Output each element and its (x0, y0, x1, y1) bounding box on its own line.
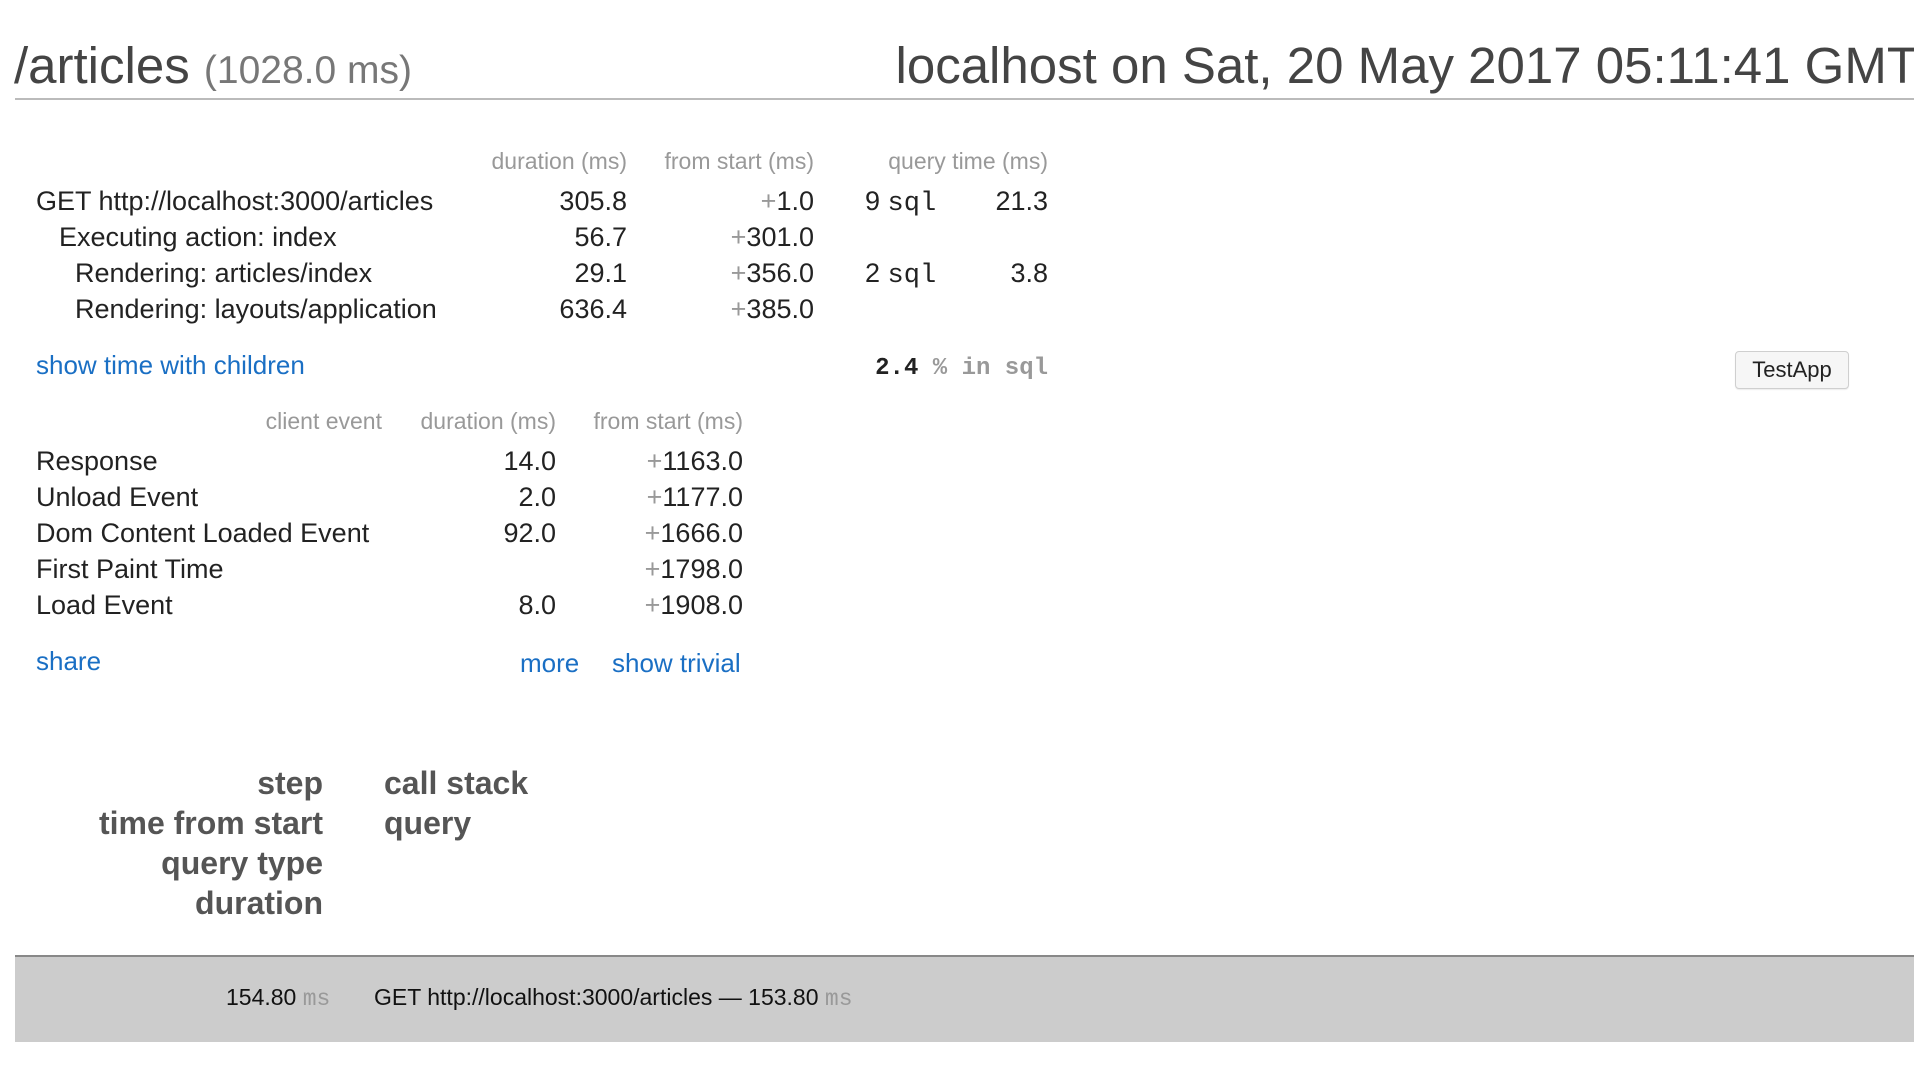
client-event-label: Load Event (36, 590, 173, 620)
sql-word: sql (887, 189, 937, 219)
timing-from-start-value: 356.0 (746, 258, 814, 288)
query-col-call-stack: call stack (384, 765, 529, 801)
client-event-label: Dom Content Loaded Event (36, 518, 370, 548)
client-event-label: Response (36, 446, 158, 476)
client-event-from-start: +1798.0 (645, 554, 743, 585)
query-col-duration: duration (195, 885, 323, 921)
client-event-label: First Paint Time (36, 554, 224, 584)
sql-word: sql (887, 261, 937, 291)
client-event-from-start: +1163.0 (647, 446, 743, 477)
sql-percent-value: 2.4 (875, 355, 919, 382)
col-header-query-time: query time (ms) (888, 148, 1048, 174)
timing-duration: 305.8 (559, 186, 627, 216)
timing-step-label: GET http://localhost:3000/articles (36, 186, 434, 216)
request-duration: (1028.0 ms) (203, 49, 412, 92)
client-event-from-start-value: 1177.0 (662, 482, 743, 512)
request-summary-dash: — (718, 984, 742, 1010)
timing-duration: 29.1 (574, 258, 627, 288)
timing-from-start-value: 385.0 (746, 294, 814, 324)
total-time-unit: ms (302, 986, 331, 1012)
client-event-from-start: +1908.0 (645, 590, 743, 621)
page-title: /articles (1028.0 ms) (14, 36, 412, 101)
col-header-client-from-start: from start (ms) (593, 408, 744, 434)
query-col-time-from-start: time from start (98, 805, 323, 841)
plus-sign: + (730, 294, 747, 324)
query-time: 21.3 (995, 186, 1048, 216)
query-time: 3.8 (1010, 258, 1048, 288)
plus-sign: + (644, 590, 661, 620)
client-event-from-start-value: 1798.0 (660, 554, 743, 584)
plus-sign: + (644, 554, 661, 584)
profiler-summary-bar: 154.80 ms GET http://localhost:3000/arti… (15, 955, 1914, 1042)
client-event-duration: 92.0 (503, 518, 556, 548)
request-summary-unit: ms (824, 986, 853, 1012)
col-header-from-start: from start (ms) (664, 148, 815, 174)
query-col-query-type: query type (161, 845, 323, 881)
timing-from-start-value: 301.0 (746, 222, 814, 252)
sql-percentage: 2.4 % in sql (875, 355, 1048, 382)
sql-count-link[interactable]: 9 sql (865, 186, 936, 219)
show-time-with-children-link[interactable]: show time with children (36, 350, 305, 381)
timing-from-start: +1.0 (761, 186, 814, 217)
timing-duration: 636.4 (559, 294, 627, 324)
col-header-client-duration: duration (ms) (420, 408, 556, 434)
client-event-duration: 14.0 (503, 446, 556, 476)
col-header-duration: duration (ms) (491, 148, 627, 174)
request-summary-time: 153.80 (748, 984, 819, 1010)
client-event-from-start: +1177.0 (647, 482, 743, 513)
timing-from-start-value: 1.0 (776, 186, 814, 216)
timing-from-start: +385.0 (731, 294, 814, 325)
plus-sign: + (730, 222, 747, 252)
request-summary: GET http://localhost:3000/articles — 153… (374, 984, 853, 1012)
timing-duration: 56.7 (574, 222, 627, 252)
query-col-query: query (384, 805, 472, 841)
more-link[interactable]: more (520, 648, 579, 679)
client-event-from-start-value: 1666.0 (660, 518, 743, 548)
total-time-value: 154.80 (226, 984, 297, 1010)
show-trivial-link[interactable]: show trivial (612, 648, 741, 679)
client-event-from-start: +1666.0 (645, 518, 743, 549)
sql-count-link[interactable]: 2 sql (865, 258, 936, 291)
share-link[interactable]: share (36, 646, 101, 677)
timing-step-label: Rendering: layouts/application (75, 294, 437, 324)
client-event-duration: 8.0 (518, 590, 556, 620)
sql-count: 2 (865, 258, 881, 288)
plus-sign: + (760, 186, 777, 216)
timing-step-label: Executing action: index (59, 222, 337, 252)
header-divider (15, 98, 1914, 100)
query-col-step: step (257, 765, 323, 801)
sql-percent-suffix: % in sql (932, 355, 1048, 382)
plus-sign: + (644, 518, 661, 548)
server-timestamp: localhost on Sat, 20 May 2017 05:11:41 G… (895, 37, 1914, 94)
col-header-client-event: client event (265, 408, 382, 434)
request-summary-label: GET http://localhost:3000/articles (374, 984, 713, 1010)
client-event-duration: 2.0 (518, 482, 556, 512)
client-event-from-start-value: 1163.0 (662, 446, 743, 476)
timing-from-start: +356.0 (731, 258, 814, 289)
plus-sign: + (646, 446, 663, 476)
total-time: 154.80 ms (226, 984, 330, 1012)
client-event-label: Unload Event (36, 482, 199, 512)
request-path: /articles (14, 37, 190, 94)
timing-from-start: +301.0 (731, 222, 814, 253)
testapp-button[interactable]: TestApp (1735, 351, 1849, 389)
client-event-from-start-value: 1908.0 (660, 590, 743, 620)
plus-sign: + (646, 482, 663, 512)
timing-step-label: Rendering: articles/index (75, 258, 373, 288)
plus-sign: + (730, 258, 747, 288)
sql-count: 9 (865, 186, 881, 216)
